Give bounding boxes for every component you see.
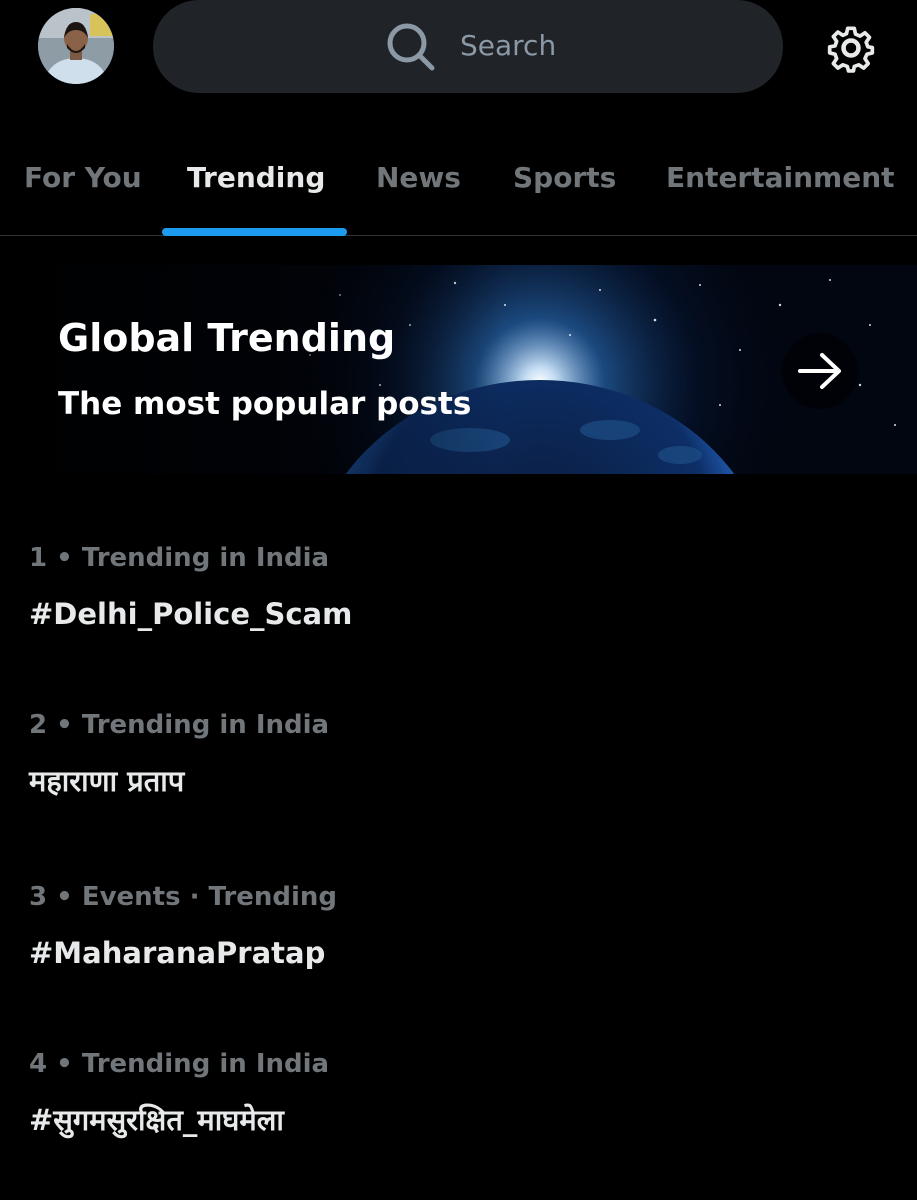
active-tab-indicator [162,228,347,236]
gear-icon[interactable] [823,20,879,76]
avatar-photo [38,8,114,84]
tab-news[interactable]: News [376,160,461,196]
avatar[interactable] [38,8,114,84]
trend-meta: 1 • Trending in India [29,543,330,573]
trend-name: #सुगमसुरक्षित_माघमेला [29,1103,284,1137]
trend-name: #MaharanaPratap [29,936,326,970]
trend-item[interactable]: 1 • Trending in India #Delhi_Police_Scam [0,541,917,691]
trend-name: #Delhi_Police_Scam [29,597,353,631]
top-bar: Search [0,0,917,120]
banner-title: Global Trending [58,316,396,360]
arrow-right-icon [798,353,841,389]
earth-space-image [0,265,917,474]
tab-sports[interactable]: Sports [513,160,616,196]
global-trending-banner[interactable]: Global Trending The most popular posts [0,265,917,474]
search-input[interactable]: Search [460,28,556,64]
tab-bar: For You Trending News Sports Entertainme… [0,140,917,236]
search-icon[interactable] [385,21,437,73]
trend-meta: 2 • Trending in India [29,710,330,740]
banner-arrow-button[interactable] [782,333,858,409]
trend-meta: 3 • Events · Trending [29,882,338,912]
tab-trending[interactable]: Trending [187,160,325,196]
tab-for-you[interactable]: For You [24,160,142,196]
tab-entertainment[interactable]: Entertainment [666,160,895,196]
trend-meta: 4 • Trending in India [29,1049,330,1079]
trend-item[interactable]: 3 • Events · Trending #MaharanaPratap [0,880,917,1030]
banner-subtitle: The most popular posts [58,386,472,422]
trend-item[interactable]: 4 • Trending in India #सुगमसुरक्षित_माघम… [0,1047,917,1197]
trend-name: महाराणा प्रताप [29,764,185,798]
trend-item[interactable]: 2 • Trending in India महाराणा प्रताप [0,708,917,858]
